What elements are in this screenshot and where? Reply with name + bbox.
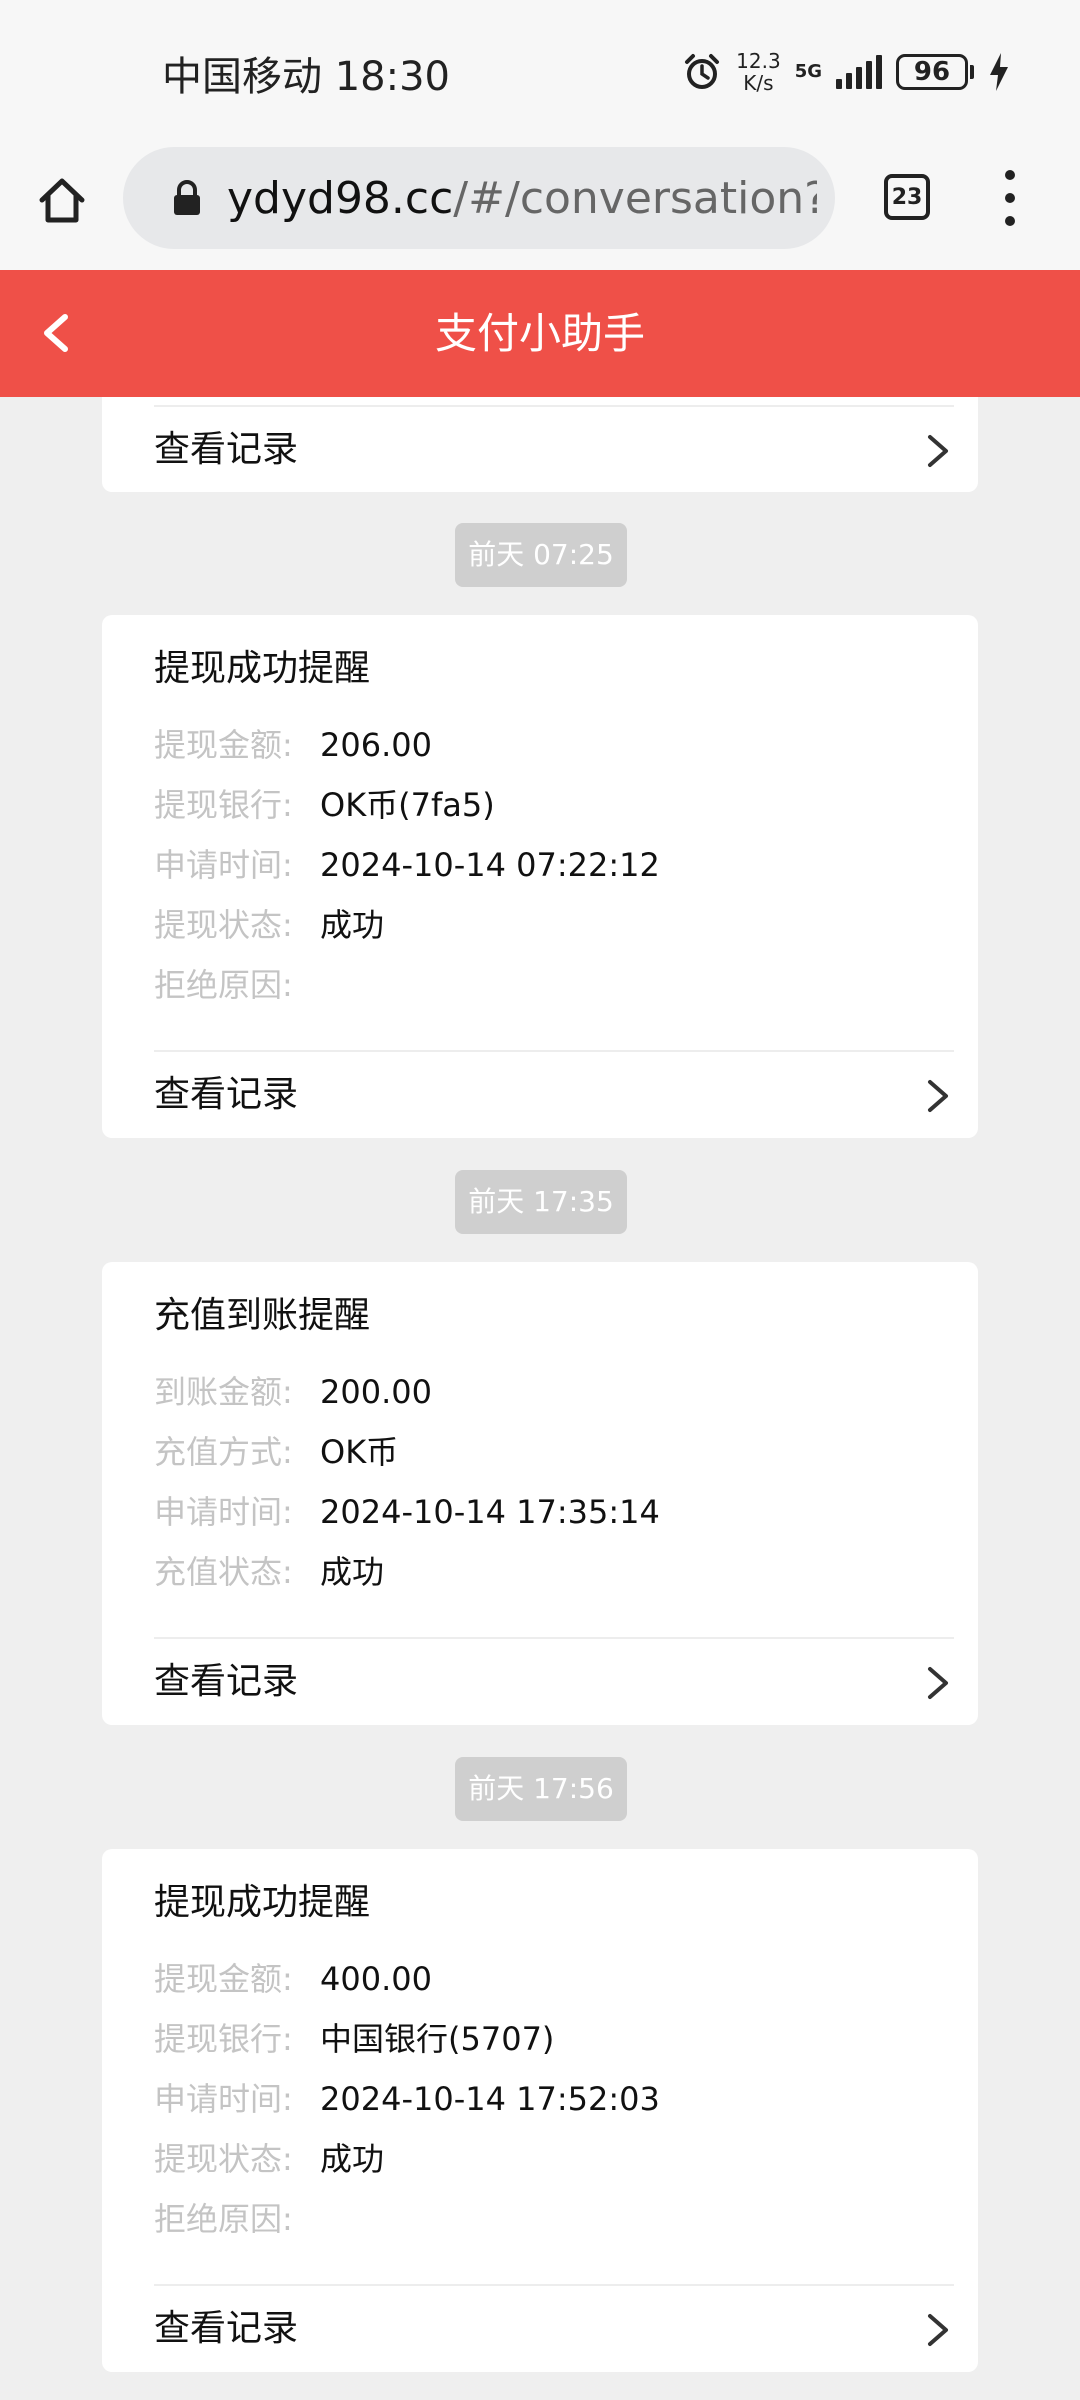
detail-row: 提现银行: OK币(7fa5) — [154, 783, 495, 827]
message-card: 提现成功提醒 提现金额: 206.00 提现银行: OK币(7fa5) 申请时间: 2… — [102, 615, 978, 1138]
row-value: 200.00 — [320, 1373, 432, 1411]
row-value: 成功 — [320, 906, 385, 944]
timestamp-pill: 前天 17:56 — [455, 1757, 627, 1821]
timestamp-pill: 前天 07:25 — [455, 523, 627, 587]
view-records-link[interactable]: 查看记录 — [102, 407, 978, 493]
charging-icon — [990, 53, 1008, 91]
row-label: 申请时间: — [154, 2080, 293, 2118]
row-label: 充值状态: — [154, 1553, 293, 1591]
alarm-icon — [685, 54, 720, 89]
message-card: 查看记录 — [102, 397, 978, 492]
speed-unit: K/s — [743, 71, 774, 95]
row-label: 提现状态: — [154, 906, 293, 944]
row-label: 拒绝原因: — [154, 966, 293, 1004]
detail-row: 拒绝原因: — [154, 2197, 320, 2241]
battery-level: 96 — [896, 54, 968, 90]
message-card: 提现成功提醒 提现金额: 400.00 提现银行: 中国银行(5707) 申请时间:… — [102, 1849, 978, 2372]
battery-icon: 96 — [896, 54, 974, 90]
row-value: 中国银行(5707) — [320, 2020, 555, 2058]
signal-icon — [836, 55, 882, 89]
message-list[interactable]: 查看记录 前天 07:25 提现成功提醒 提现金额: 206.00 提现银行: OK… — [0, 397, 1080, 2400]
page-title: 支付小助手 — [434, 309, 645, 358]
detail-row: 申请时间: 2024-10-14 17:52:03 — [154, 2077, 660, 2121]
detail-row: 提现银行: 中国银行(5707) — [154, 2017, 554, 2061]
view-records-link[interactable]: 查看记录 — [102, 1052, 978, 1138]
row-label: 提现金额: — [154, 1960, 293, 1998]
status-icons: 12.3 K/s 5G 96 — [682, 44, 1010, 100]
message-card: 充值到账提醒 到账金额: 200.00 充值方式: OK币 申请时间: 2024-10… — [102, 1262, 978, 1725]
more-icon[interactable] — [990, 170, 1030, 226]
network-type: 5G — [794, 61, 822, 82]
chevron-right-icon — [928, 2314, 948, 2346]
back-button[interactable] — [20, 298, 90, 368]
url-path: /#/conversation?u — [453, 172, 817, 224]
detail-row: 充值状态: 成功 — [154, 1550, 384, 1594]
row-value: 2024-10-14 07:22:12 — [320, 846, 660, 884]
chevron-right-icon — [928, 1667, 948, 1699]
chevron-right-icon — [928, 435, 948, 467]
row-value: 400.00 — [320, 1960, 432, 1998]
view-records-label: 查看记录 — [154, 2308, 299, 2349]
back-arrow-icon — [44, 314, 68, 352]
home-icon — [39, 178, 85, 223]
view-records-label: 查看记录 — [154, 429, 299, 470]
card-title: 充值到账提醒 — [154, 1295, 371, 1336]
row-label: 提现银行: — [154, 2020, 293, 2058]
detail-row: 提现状态: 成功 — [154, 903, 384, 947]
row-value: OK币 — [320, 1433, 399, 1471]
detail-row: 提现状态: 成功 — [154, 2137, 384, 2181]
detail-row: 提现金额: 400.00 — [154, 1957, 432, 2001]
view-records-label: 查看记录 — [154, 1661, 299, 1702]
view-records-label: 查看记录 — [154, 1074, 299, 1115]
status-bar: 中国移动 18:30 12.3 K/s 5G 96 — [0, 0, 1080, 140]
row-label: 提现金额: — [154, 726, 293, 764]
url-domain: ydyd98.cc — [227, 172, 454, 224]
row-label: 拒绝原因: — [154, 2200, 293, 2238]
row-value: OK币(7fa5) — [320, 786, 495, 824]
detail-row: 申请时间: 2024-10-14 07:22:12 — [154, 843, 660, 887]
tab-count-button[interactable]: 23 — [884, 174, 930, 220]
browser-toolbar: ydyd98.cc/#/conversation?u 23 — [0, 140, 1080, 270]
detail-row: 拒绝原因: — [154, 963, 320, 1007]
speed-value: 12.3 — [736, 49, 781, 73]
row-label: 申请时间: — [154, 1493, 293, 1531]
detail-row: 提现金额: 206.00 — [154, 723, 432, 767]
detail-row: 充值方式: OK币 — [154, 1430, 398, 1474]
row-label: 提现银行: — [154, 786, 293, 824]
carrier-time: 中国移动 18:30 — [162, 54, 450, 100]
detail-row: 到账金额: 200.00 — [154, 1370, 432, 1414]
view-records-link[interactable]: 查看记录 — [102, 2286, 978, 2372]
network-speed: 12.3 K/s — [736, 50, 781, 94]
row-value: 2024-10-14 17:52:03 — [320, 2080, 660, 2118]
row-label: 到账金额: — [154, 1373, 293, 1411]
view-records-link[interactable]: 查看记录 — [102, 1639, 978, 1725]
timestamp-pill: 前天 17:35 — [455, 1170, 627, 1234]
url-bar[interactable]: ydyd98.cc/#/conversation?u — [123, 147, 835, 249]
url-text: ydyd98.cc/#/conversation?u — [227, 173, 817, 224]
lock-icon — [167, 178, 207, 218]
row-value: 成功 — [320, 1553, 385, 1591]
card-title: 提现成功提醒 — [154, 1882, 371, 1923]
row-label: 充值方式: — [154, 1433, 293, 1471]
row-label: 提现状态: — [154, 2140, 293, 2178]
home-button[interactable] — [30, 168, 94, 232]
row-value: 206.00 — [320, 726, 432, 764]
row-value: 2024-10-14 17:35:14 — [320, 1493, 660, 1531]
chevron-right-icon — [928, 1080, 948, 1112]
card-title: 提现成功提醒 — [154, 648, 371, 689]
detail-row: 申请时间: 2024-10-14 17:35:14 — [154, 1490, 660, 1534]
app-header: 支付小助手 — [0, 270, 1080, 397]
row-label: 申请时间: — [154, 846, 293, 884]
row-value: 成功 — [320, 2140, 385, 2178]
